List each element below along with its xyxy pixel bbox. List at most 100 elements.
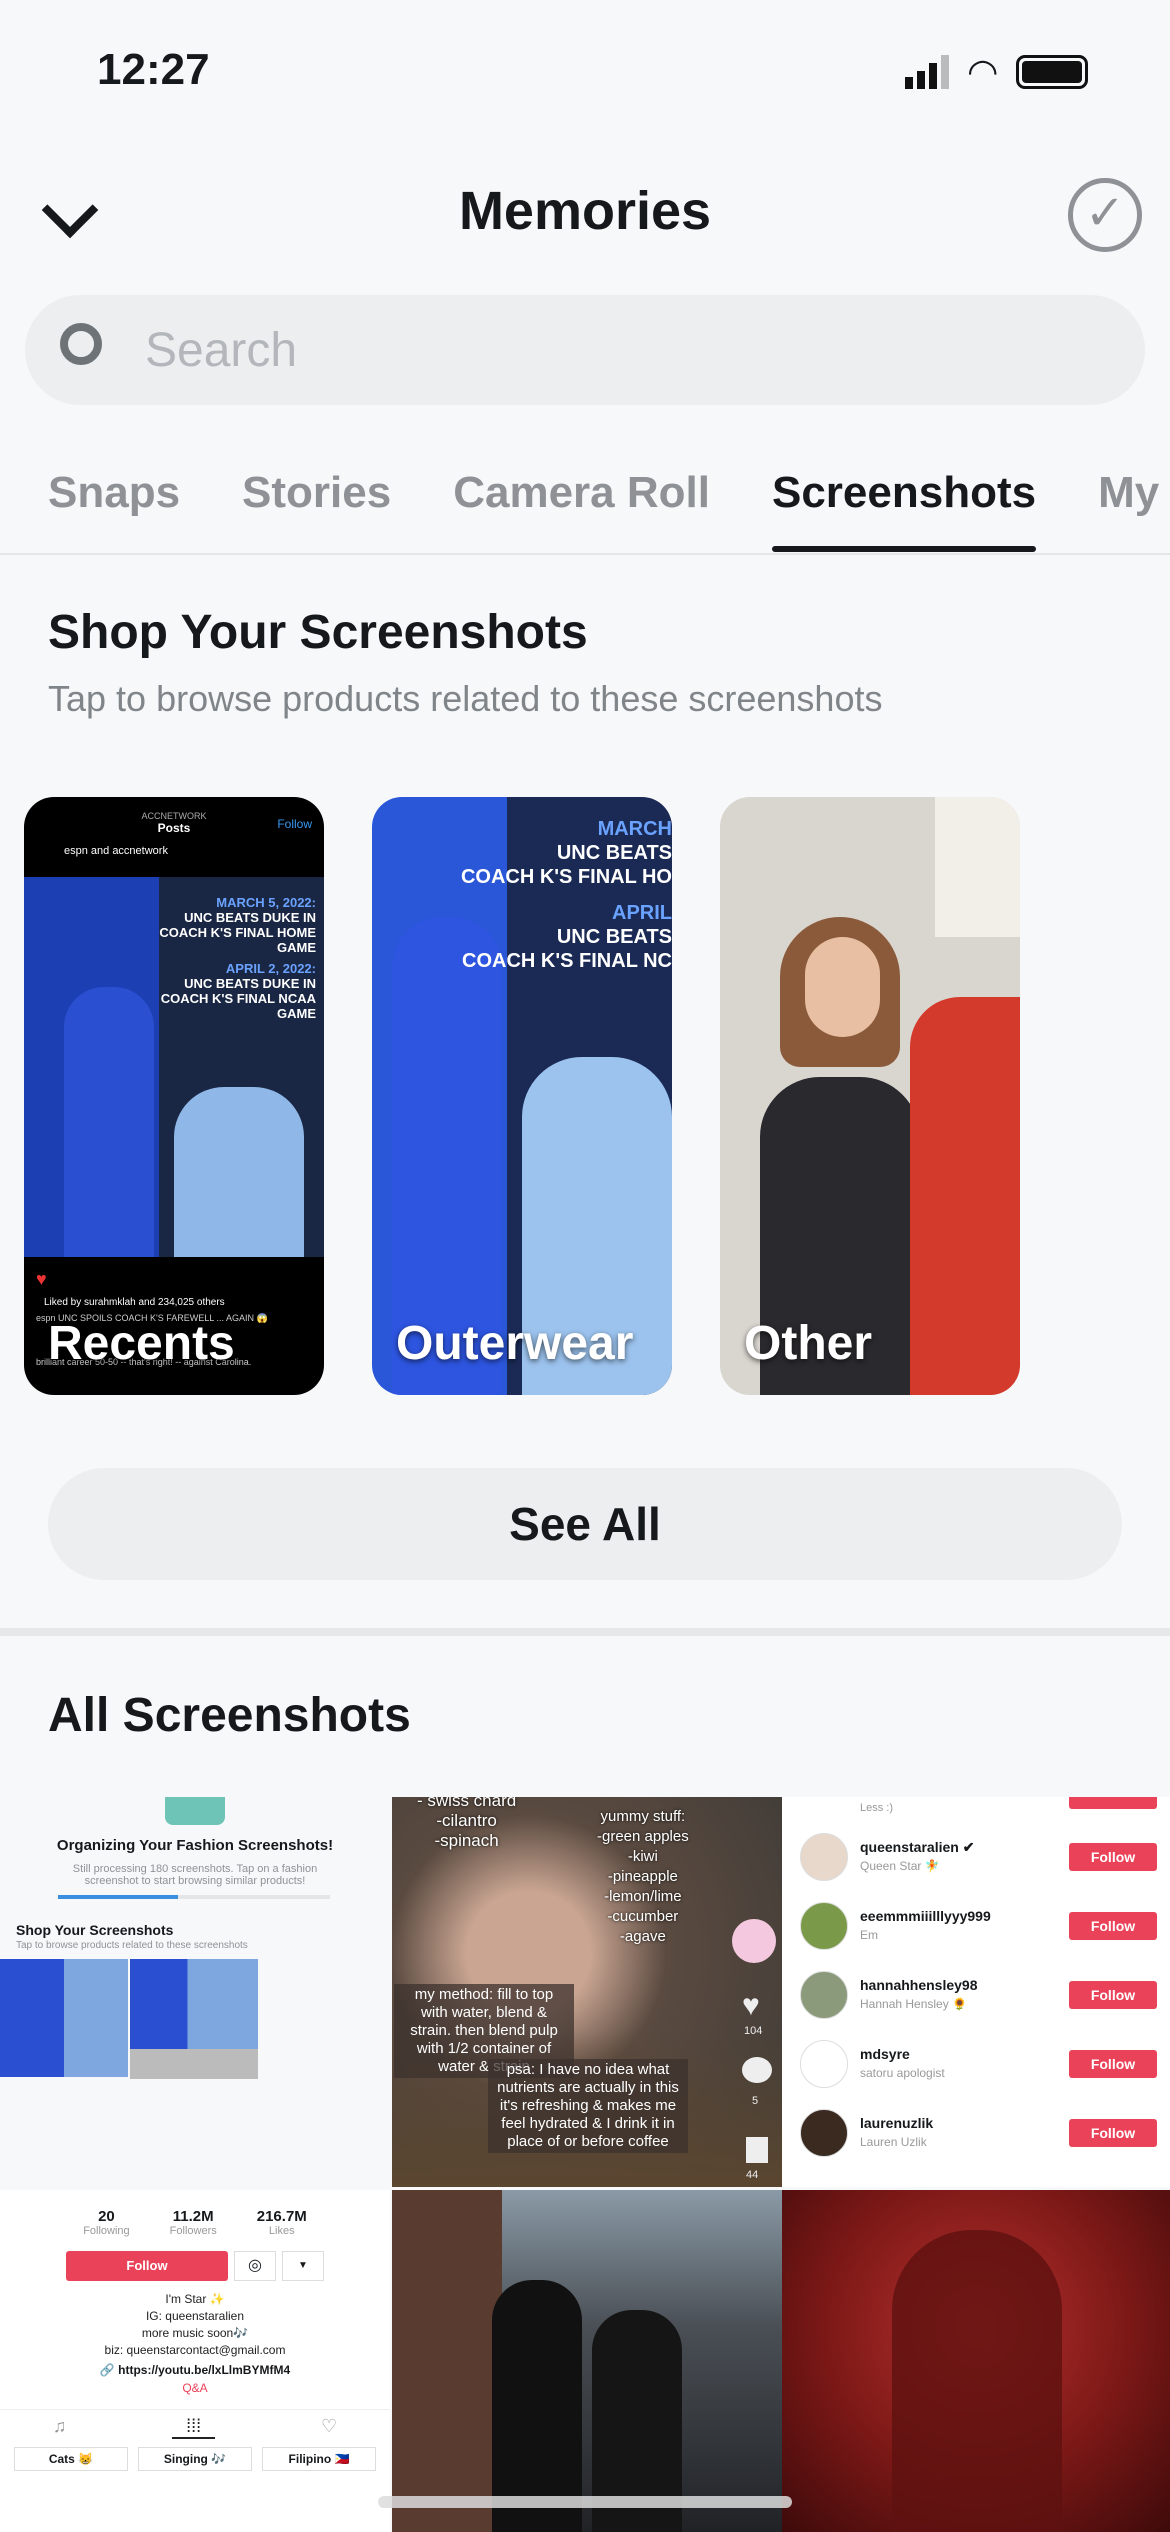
comment-icon[interactable] <box>742 2057 772 2083</box>
user-sub: Queen Star 🧚 <box>860 1859 940 1873</box>
user-sub: Lauren Uzlik <box>860 2135 927 2149</box>
tab-snaps[interactable]: Snaps <box>48 468 180 518</box>
bio: I'm Star ✨ IG: queenstaralien more music… <box>104 2292 286 2357</box>
tile-heading: Organizing Your Fashion Screenshots! <box>56 1837 334 1854</box>
stat-label: Following <box>83 2225 130 2237</box>
dropdown-icon[interactable]: ▼ <box>282 2251 324 2281</box>
screenshot-tile[interactable]: 20 Following 11.2M Followers 216.7M Likes Fol… <box>0 2190 390 2532</box>
bookmark-icon[interactable] <box>746 2137 768 2163</box>
card-label: Other <box>744 1317 873 1370</box>
avatar <box>732 1919 776 1963</box>
tile-shop-sub: Tap to browse products related to these … <box>16 1940 248 1951</box>
screenshot-tile[interactable]: Organizing Your Fashion Screenshots! Sti… <box>0 1797 390 2187</box>
like-icon[interactable]: ♥ <box>742 1989 760 2023</box>
tab-camera-roll[interactable]: Camera Roll <box>453 468 710 518</box>
avatar <box>800 1971 848 2019</box>
select-check-icon[interactable]: ✓ <box>1068 178 1142 252</box>
page-title: Memories <box>458 181 712 241</box>
status-icons: ◠ <box>905 51 1089 92</box>
wifi-icon: ◠ <box>967 51 999 92</box>
home-indicator <box>378 2496 792 2508</box>
screenshot-tile[interactable] <box>782 2190 1170 2532</box>
search-icon <box>60 323 102 365</box>
instagram-icon[interactable]: ◎ <box>234 2251 276 2281</box>
user-row[interactable]: hannahhensley98 Hannah Hensley 🌻 Follow <box>782 1965 1170 2025</box>
user-sub: Hannah Hensley 🌻 <box>860 1997 967 2011</box>
headline: APRIL <box>612 902 672 924</box>
card-recents[interactable]: ACCNETWORK Posts Follow espn and accnetw… <box>24 797 324 1395</box>
avatar <box>800 2109 848 2157</box>
music-tab-icon[interactable]: ♫ <box>53 2416 67 2439</box>
headline: UNC BEATS DUKE IN COACH K'S FINAL NCAA G… <box>160 976 316 1021</box>
preview-follow: Follow <box>277 817 312 831</box>
playlist-chip[interactable]: Filipino 🇵🇭 <box>262 2447 376 2471</box>
like-count: 104 <box>744 2025 763 2037</box>
playlist-chip[interactable]: Cats 😸 <box>14 2447 128 2471</box>
search-input[interactable]: Search <box>25 295 1145 405</box>
divider <box>0 553 1170 555</box>
follow-button[interactable]: Follow <box>66 2251 228 2281</box>
overlay-text: psa: I have no idea what nutrients are a… <box>488 2059 688 2153</box>
all-screenshots-title: All Screenshots <box>48 1689 411 1742</box>
shop-subtitle: Tap to browse products related to these … <box>48 678 883 719</box>
stat-label: Likes <box>268 2225 295 2237</box>
stat-value: 11.2M <box>172 2208 214 2225</box>
follow-button[interactable]: Follow <box>1069 1981 1157 2009</box>
follow-button[interactable]: Follow <box>1069 2050 1157 2078</box>
user-sub: Em <box>860 1928 878 1942</box>
stat-value: 20 <box>98 2208 115 2225</box>
user-row[interactable]: mdsyre satoru apologist Follow <box>782 2034 1170 2094</box>
follow-button[interactable]: Follow <box>1069 1843 1157 1871</box>
user-name: laurenuzlik <box>860 2115 934 2131</box>
save-count: 44 <box>746 2169 759 2181</box>
tile-body: Still processing 180 screenshots. Tap on… <box>72 1863 318 1887</box>
user-sub: Less :) <box>860 1802 894 1814</box>
heart-icon: ♥ <box>36 1269 47 1289</box>
follow-button[interactable]: Follow <box>1069 1912 1157 1940</box>
follow-button[interactable]: Follow <box>1069 2119 1157 2147</box>
headline: MARCH <box>597 818 672 840</box>
overlay-text: yummy stuff: -green apples -kiwi -pineap… <box>597 1808 689 1945</box>
see-all-button[interactable]: See All <box>48 1468 1122 1580</box>
card-label: Outerwear <box>396 1317 634 1370</box>
shopping-bags-icon <box>165 1797 225 1825</box>
profile-stat: 20 Following <box>83 2208 129 2237</box>
grid-tab-icon[interactable]: ⁞⁞⁞ <box>172 2416 216 2439</box>
user-name: hannahhensley98 <box>860 1977 978 1993</box>
headline: UNC BEATS DUKE IN COACH K'S FINAL HOME G… <box>159 910 316 955</box>
battery-icon <box>1016 55 1089 89</box>
user-row[interactable]: queenstaralien ✔ Queen Star 🧚 Follow <box>782 1827 1170 1887</box>
card-outerwear[interactable]: MARCH UNC BEATS COACH K'S FINAL HO APRIL… <box>372 797 672 1395</box>
user-row[interactable]: eeemmmiiilllyyy999 Em Follow <box>782 1896 1170 1956</box>
headline: COACH K'S FINAL HO <box>460 866 672 888</box>
profile-stat: 216.7M Likes <box>257 2208 307 2237</box>
headline: UNC BEATS <box>556 842 672 864</box>
preview-byline: espn and accnetwork <box>64 845 168 857</box>
playlist-chip[interactable]: Singing 🎶 <box>138 2447 252 2471</box>
headline: COACH K'S FINAL NC <box>462 950 672 972</box>
status-time: 12:27 <box>97 45 210 94</box>
comment-count: 5 <box>752 2095 759 2107</box>
liked-tab-icon[interactable]: ♡ <box>321 2416 337 2439</box>
card-label: Recents <box>48 1317 235 1370</box>
screenshot-tile[interactable] <box>392 2190 782 2532</box>
tile-shop-title: Shop Your Screenshots <box>16 1922 174 1938</box>
qa-link[interactable]: Q&A <box>0 2381 390 2395</box>
tab-stories[interactable]: Stories <box>242 468 391 518</box>
preview-likes: Liked by surahmklah and 234,025 others <box>44 1297 225 1308</box>
card-other[interactable]: Other <box>720 797 1020 1395</box>
user-sub: satoru apologist <box>860 2066 945 2080</box>
signal-icon <box>905 55 949 89</box>
tab-screenshots[interactable]: Screenshots <box>771 468 1037 552</box>
user-row[interactable]: laurenuzlik Lauren Uzlik Follow <box>782 2103 1170 2163</box>
avatar <box>800 2040 848 2088</box>
overlay-text: - swiss chard -cilantro -spinach <box>417 1797 517 1850</box>
avatar <box>800 1902 848 1950</box>
profile-link[interactable]: 🔗 https://youtu.be/lxLlmBYMfM4 <box>0 2363 390 2377</box>
profile-stat: 11.2M Followers <box>170 2208 217 2237</box>
tab-my[interactable]: My <box>1098 468 1159 518</box>
screenshot-tile[interactable]: - swiss chard -cilantro -spinach yummy s… <box>392 1797 782 2187</box>
user-name: queenstaralien ✔ <box>860 1839 975 1855</box>
screenshot-tile[interactable]: Less :) queenstaralien ✔ Queen Star 🧚 Fo… <box>782 1797 1170 2187</box>
shop-title: Shop Your Screenshots <box>48 606 588 659</box>
